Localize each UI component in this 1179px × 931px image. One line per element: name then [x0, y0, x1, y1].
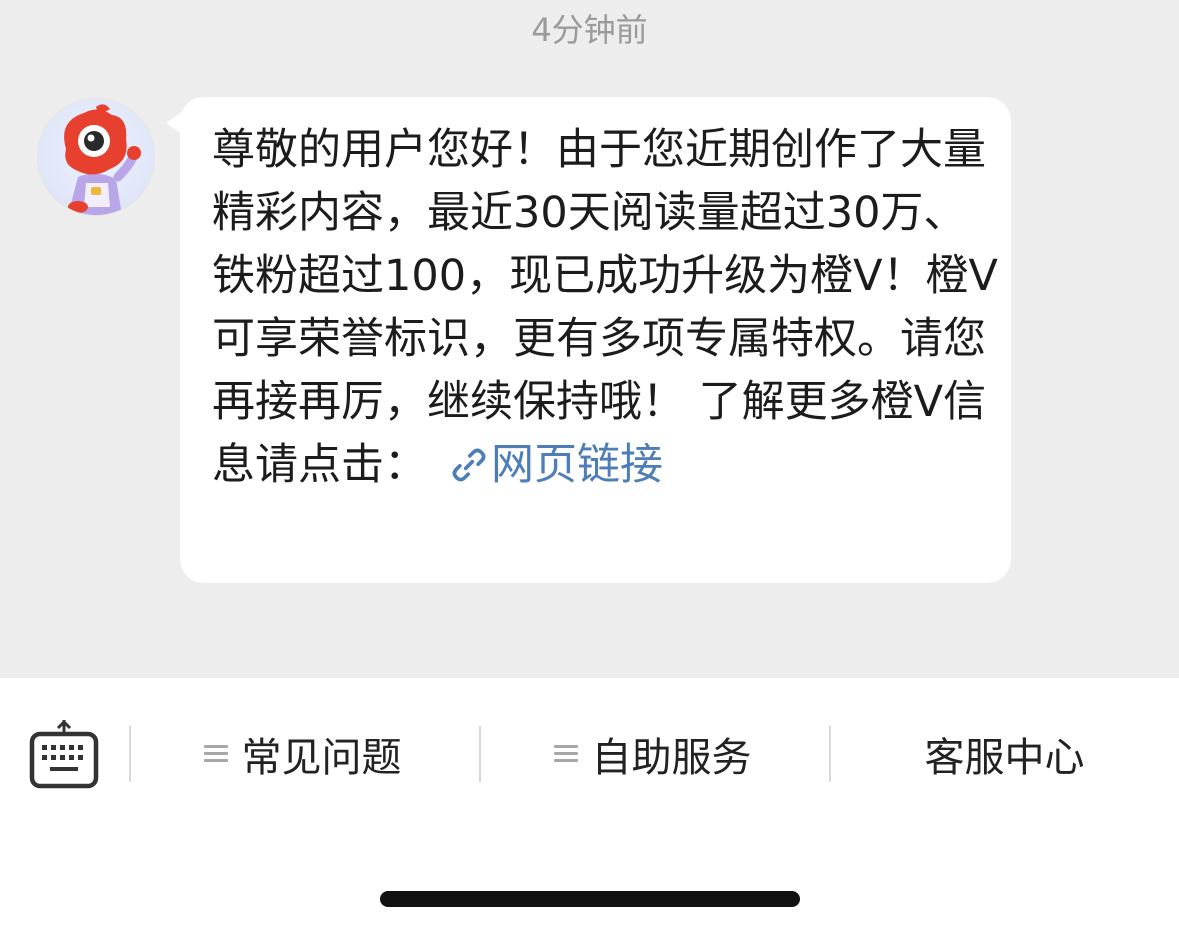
self-service-label: 自助服务 — [591, 735, 752, 781]
chat-area: 4分钟前 尊敬的用户您好！由于您近期创作了大量精彩内容，最近30天阅读量超过30… — [0, 0, 1179, 678]
menu-icon — [203, 744, 228, 764]
customer-service-button[interactable]: 客服中心 — [832, 726, 1177, 782]
message-text: 尊敬的用户您好！由于您近期创作了大量精彩内容，最近30天阅读量超过30万、铁粉超… — [212, 119, 1002, 503]
home-indicator[interactable] — [380, 891, 800, 907]
self-service-button[interactable]: 自助服务 — [480, 726, 825, 782]
mascot-avatar-icon — [64, 104, 141, 215]
message-body: 尊敬的用户您好！由于您近期创作了大量精彩内容，最近30天阅读量超过30万、铁粉超… — [212, 125, 998, 490]
message-bubble: 尊敬的用户您好！由于您近期创作了大量精彩内容，最近30天阅读量超过30万、铁粉超… — [180, 97, 1011, 583]
bottom-toolbar: 常见问题 自助服务 客服中心 — [0, 678, 1179, 828]
avatar[interactable] — [38, 99, 154, 215]
link-icon[interactable] — [449, 440, 489, 503]
keyboard-button[interactable] — [26, 718, 102, 790]
menu-icon — [553, 744, 578, 764]
toolbar-divider — [829, 726, 831, 782]
faq-label: 常见问题 — [241, 735, 402, 781]
web-link[interactable]: 网页链接 — [491, 440, 663, 490]
keyboard-icon — [29, 720, 99, 789]
customer-service-label: 客服中心 — [924, 735, 1085, 781]
faq-button[interactable]: 常见问题 — [130, 726, 475, 782]
message-timestamp: 4分钟前 — [531, 11, 648, 49]
